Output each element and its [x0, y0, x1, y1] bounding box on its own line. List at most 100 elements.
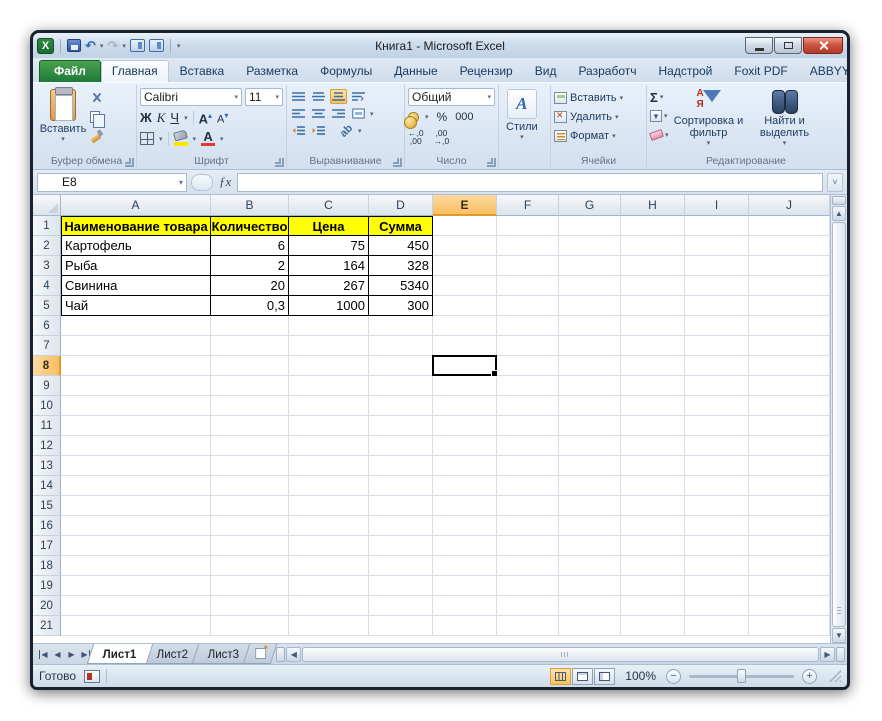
cell-E9[interactable] — [433, 376, 497, 396]
cell-H16[interactable] — [621, 516, 685, 536]
cell-A3[interactable]: Рыба — [61, 256, 211, 276]
cell-A14[interactable] — [61, 476, 211, 496]
cell-I1[interactable] — [685, 216, 749, 236]
cell-H12[interactable] — [621, 436, 685, 456]
cell-C11[interactable] — [289, 416, 369, 436]
cell-C14[interactable] — [289, 476, 369, 496]
cell-I12[interactable] — [685, 436, 749, 456]
cell-A5[interactable]: Чай — [61, 296, 211, 316]
cell-J17[interactable] — [749, 536, 830, 556]
close-button[interactable] — [803, 37, 843, 54]
row-header-10[interactable]: 10 — [33, 396, 61, 416]
clipboard-dialog-launcher-icon[interactable] — [125, 158, 134, 167]
cell-A18[interactable] — [61, 556, 211, 576]
cell-I13[interactable] — [685, 456, 749, 476]
fill-button[interactable]: ▼▾ — [650, 108, 669, 124]
cell-J2[interactable] — [749, 236, 830, 256]
cell-D12[interactable] — [369, 436, 433, 456]
cell-A16[interactable] — [61, 516, 211, 536]
cell-J5[interactable] — [749, 296, 830, 316]
cell-H21[interactable] — [621, 616, 685, 636]
expand-formula-bar-button[interactable]: ˅ — [827, 173, 843, 192]
cell-A19[interactable] — [61, 576, 211, 596]
cell-F10[interactable] — [497, 396, 559, 416]
page-break-view-button[interactable] — [594, 668, 615, 685]
cell-G6[interactable] — [559, 316, 621, 336]
horizontal-scrollbar[interactable]: ◀ ▶ — [274, 644, 847, 664]
cell-I14[interactable] — [685, 476, 749, 496]
number-format-combo[interactable]: Общий▾ — [408, 88, 495, 106]
cell-E21[interactable] — [433, 616, 497, 636]
row-header-13[interactable]: 13 — [33, 456, 61, 476]
cell-I7[interactable] — [685, 336, 749, 356]
cell-J7[interactable] — [749, 336, 830, 356]
tab-split-handle[interactable] — [276, 647, 285, 662]
cell-E13[interactable] — [433, 456, 497, 476]
shrink-font-button[interactable]: A — [217, 109, 228, 127]
styles-button[interactable]: А Стили ▾ — [502, 87, 542, 154]
formula-input[interactable] — [237, 173, 823, 192]
cell-E4[interactable] — [433, 276, 497, 296]
decrease-decimal-button[interactable]: ,00 →,0 — [434, 129, 450, 145]
row-header-12[interactable]: 12 — [33, 436, 61, 456]
cell-F12[interactable] — [497, 436, 559, 456]
align-bottom-button[interactable] — [330, 89, 347, 104]
vertical-split-handle[interactable] — [832, 196, 846, 205]
cell-B11[interactable] — [211, 416, 289, 436]
cell-D21[interactable] — [369, 616, 433, 636]
cell-D16[interactable] — [369, 516, 433, 536]
cell-J13[interactable] — [749, 456, 830, 476]
cell-H19[interactable] — [621, 576, 685, 596]
zoom-in-button[interactable]: + — [802, 669, 817, 684]
cell-D3[interactable]: 328 — [369, 256, 433, 276]
cell-E12[interactable] — [433, 436, 497, 456]
cell-H5[interactable] — [621, 296, 685, 316]
cell-H11[interactable] — [621, 416, 685, 436]
cell-G7[interactable] — [559, 336, 621, 356]
cell-E19[interactable] — [433, 576, 497, 596]
cell-F14[interactable] — [497, 476, 559, 496]
cell-G2[interactable] — [559, 236, 621, 256]
borders-icon[interactable] — [140, 132, 154, 145]
font-dialog-launcher-icon[interactable] — [275, 158, 284, 167]
tab-Рецензир[interactable]: Рецензир — [449, 60, 524, 82]
cell-C6[interactable] — [289, 316, 369, 336]
cell-I6[interactable] — [685, 316, 749, 336]
cell-H18[interactable] — [621, 556, 685, 576]
copy-button[interactable]: ▾ — [90, 109, 106, 125]
cell-I8[interactable] — [685, 356, 749, 376]
cell-J19[interactable] — [749, 576, 830, 596]
cell-C13[interactable] — [289, 456, 369, 476]
row-header-11[interactable]: 11 — [33, 416, 61, 436]
clear-button[interactable]: ▾ — [650, 127, 669, 143]
cell-J3[interactable] — [749, 256, 830, 276]
cell-A20[interactable] — [61, 596, 211, 616]
find-select-button[interactable]: Найти и выделить ▾ — [749, 87, 821, 154]
cell-C5[interactable]: 1000 — [289, 296, 369, 316]
cell-D14[interactable] — [369, 476, 433, 496]
cell-E18[interactable] — [433, 556, 497, 576]
tab-Файл[interactable]: Файл — [39, 60, 101, 82]
column-header-B[interactable]: B — [211, 195, 289, 216]
cell-C12[interactable] — [289, 436, 369, 456]
tab-Надстрой[interactable]: Надстрой — [647, 60, 723, 82]
cell-B12[interactable] — [211, 436, 289, 456]
row-header-3[interactable]: 3 — [33, 256, 61, 276]
insert-function-button[interactable]: ƒx — [217, 174, 233, 190]
cell-F20[interactable] — [497, 596, 559, 616]
save-icon[interactable] — [67, 39, 81, 52]
cell-A8[interactable] — [61, 356, 211, 376]
cell-J11[interactable] — [749, 416, 830, 436]
cell-B1[interactable]: Количество — [211, 216, 289, 236]
sheet-tab-Лист1[interactable]: Лист1 — [87, 644, 153, 664]
cell-D5[interactable]: 300 — [369, 296, 433, 316]
cell-E6[interactable] — [433, 316, 497, 336]
cell-J1[interactable] — [749, 216, 830, 236]
cell-G17[interactable] — [559, 536, 621, 556]
cell-E11[interactable] — [433, 416, 497, 436]
cell-F2[interactable] — [497, 236, 559, 256]
cell-C3[interactable]: 164 — [289, 256, 369, 276]
font-name-combo[interactable]: Calibri▾ — [140, 88, 242, 106]
underline-button[interactable]: Ч — [170, 111, 179, 125]
vertical-scroll-thumb[interactable] — [832, 222, 846, 627]
